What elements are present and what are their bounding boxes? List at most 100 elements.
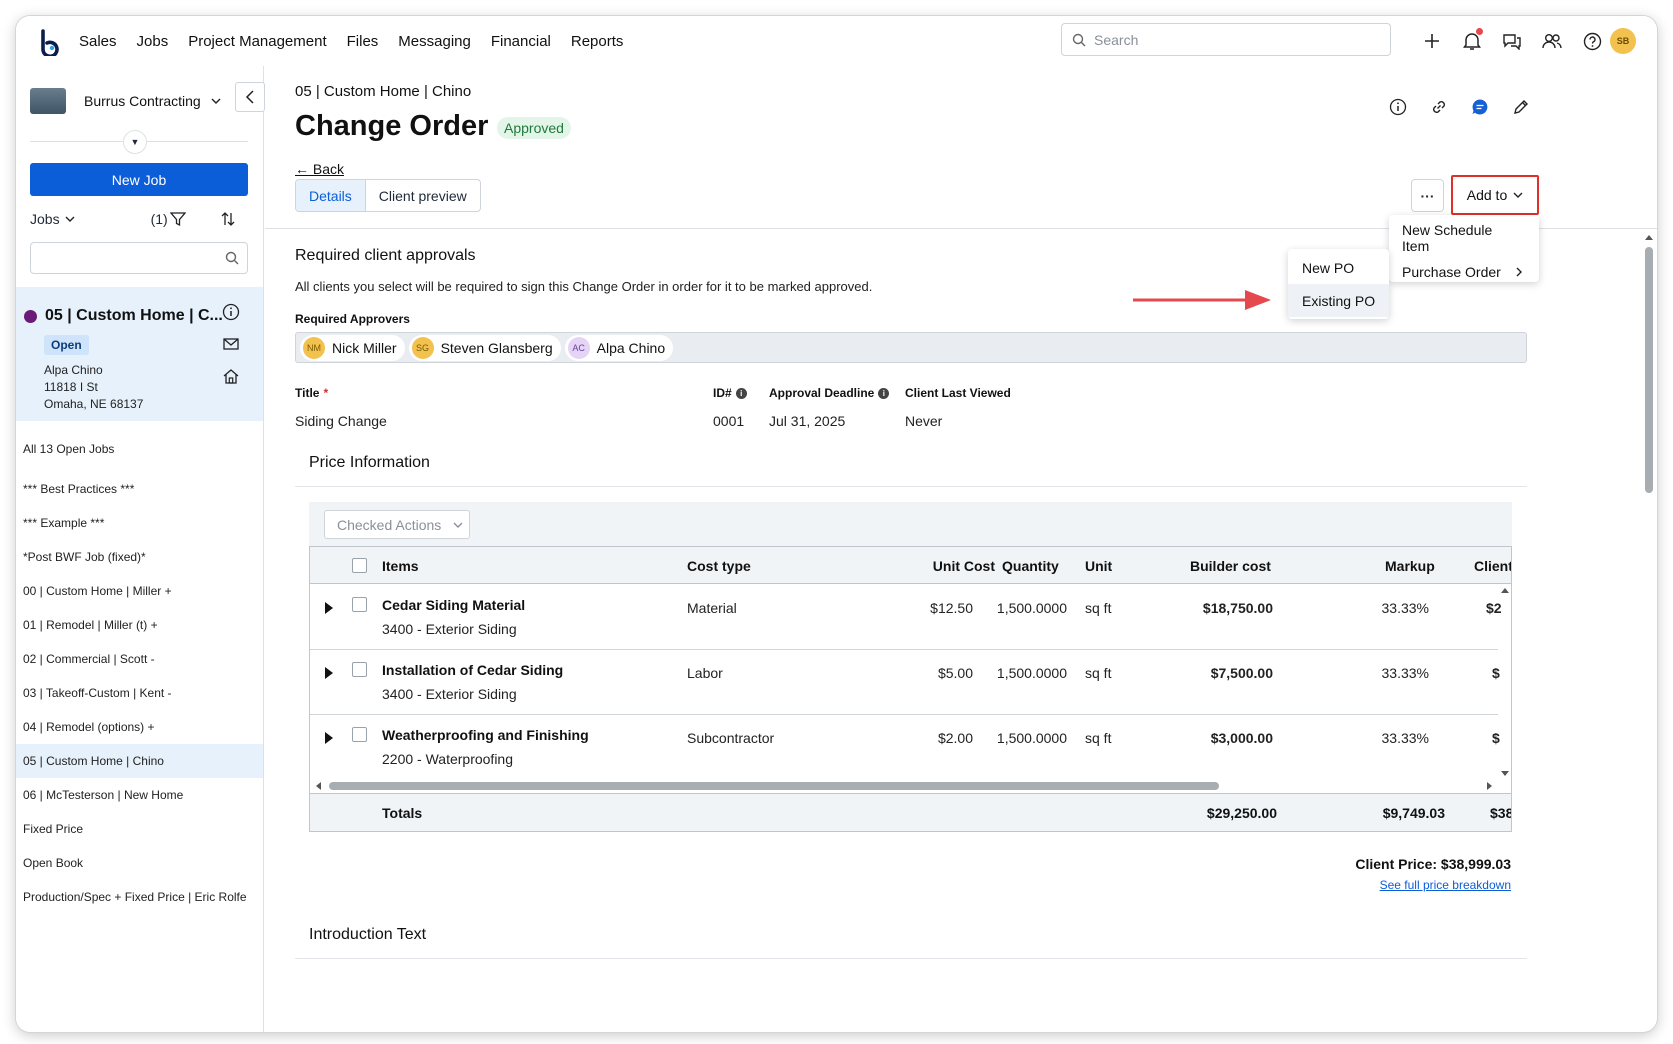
search-input[interactable]	[1094, 31, 1374, 48]
job-list-item[interactable]: Fixed Price	[16, 812, 263, 846]
jobs-dropdown[interactable]: Jobs	[30, 211, 60, 227]
buildertrend-logo-icon[interactable]	[36, 28, 64, 56]
totals-label: Totals	[382, 805, 423, 821]
title-label-text: Title	[295, 386, 320, 400]
nav-financial[interactable]: Financial	[491, 33, 551, 50]
nav-project-management[interactable]: Project Management	[188, 33, 326, 50]
table-row[interactable]: Weatherproofing and Finishing 2200 - Wat…	[310, 715, 1500, 780]
table-row[interactable]: Cedar Siding Material 3400 - Exterior Si…	[310, 585, 1502, 650]
job-list-item[interactable]: 03 | Takeoff-Custom | Kent -	[16, 676, 263, 710]
select-all-checkbox[interactable]	[352, 558, 367, 573]
edit-icon[interactable]	[1510, 96, 1532, 118]
nav-reports[interactable]: Reports	[571, 33, 624, 50]
nav-sales[interactable]: Sales	[79, 33, 117, 50]
row-checkbox[interactable]	[352, 662, 367, 677]
col-quantity[interactable]: Quantity	[1002, 547, 1059, 584]
job-list-item[interactable]: Production/Spec + Fixed Price | Eric Rol…	[16, 880, 263, 914]
job-list-item[interactable]: 00 | Custom Home | Miller +	[16, 574, 263, 608]
menu-item-existing-po[interactable]: Existing PO	[1288, 284, 1389, 317]
approvals-description: All clients you select will be required …	[295, 279, 873, 294]
row-checkbox[interactable]	[352, 597, 367, 612]
job-list-item[interactable]: All 13 Open Jobs	[16, 432, 263, 466]
comments-icon[interactable]	[1469, 96, 1491, 118]
table-row[interactable]: Installation of Cedar Siding 3400 - Exte…	[310, 650, 1500, 715]
info-icon[interactable]: i	[878, 387, 890, 399]
table-vertical-scrollbar[interactable]	[1498, 585, 1511, 779]
scrollbar-thumb[interactable]	[329, 782, 1219, 790]
job-list-item[interactable]: 06 | McTesterson | New Home	[16, 778, 263, 812]
col-client[interactable]: Client	[1474, 547, 1511, 584]
collapse-sidebar-button[interactable]	[235, 82, 265, 112]
approver-chip[interactable]: SG Steven Glansberg	[408, 334, 561, 361]
nav-jobs[interactable]: Jobs	[137, 33, 169, 50]
price-breakdown-link[interactable]: See full price breakdown	[1380, 878, 1511, 892]
col-builder-cost[interactable]: Builder cost	[1190, 547, 1271, 584]
jobs-search-input[interactable]	[30, 242, 248, 274]
table-horizontal-scrollbar[interactable]	[313, 779, 1495, 793]
markup-cell: 33.33%	[1381, 600, 1429, 616]
menu-item-new-po[interactable]: New PO	[1288, 251, 1389, 284]
chat-icon[interactable]	[1499, 28, 1525, 54]
col-unit[interactable]: Unit	[1085, 547, 1112, 584]
job-list-item[interactable]: 04 | Remodel (options) +	[16, 710, 263, 744]
nav-messaging[interactable]: Messaging	[398, 33, 471, 50]
approver-chip[interactable]: NM Nick Miller	[300, 334, 405, 361]
job-list-item[interactable]: Open Book	[16, 846, 263, 880]
info-icon[interactable]: i	[735, 387, 747, 399]
scrollbar-thumb[interactable]	[1645, 247, 1653, 493]
add-to-highlight: Add to	[1451, 175, 1539, 215]
user-avatar[interactable]: SB	[1610, 28, 1636, 54]
link-icon[interactable]	[1428, 96, 1450, 118]
new-job-button[interactable]: New Job	[30, 163, 248, 196]
expand-row-icon[interactable]	[325, 732, 333, 744]
approver-chip[interactable]: AC Alpa Chino	[564, 334, 674, 361]
help-icon[interactable]	[1579, 28, 1605, 54]
menu-item-purchase-order[interactable]: Purchase Order	[1389, 255, 1539, 289]
company-switcher[interactable]: Burrus Contracting	[30, 88, 221, 114]
chevron-down-icon[interactable]	[65, 214, 75, 224]
cost-type-cell: Subcontractor	[687, 730, 775, 746]
notification-dot	[1476, 28, 1483, 35]
job-list-item[interactable]: *Post BWF Job (fixed)*	[16, 540, 263, 574]
jobs-sidebar: Burrus Contracting ▼ New Job Jobs (1) 05…	[16, 66, 264, 1032]
main-nav: Sales Jobs Project Management Files Mess…	[79, 16, 643, 66]
home-icon[interactable]	[222, 367, 240, 385]
menu-item-new-schedule-item[interactable]: New Schedule Item	[1389, 221, 1539, 255]
users-icon[interactable]	[1539, 28, 1565, 54]
job-list-item[interactable]: *** Best Practices ***	[16, 472, 263, 506]
col-items[interactable]: Items	[382, 547, 419, 584]
bell-icon[interactable]	[1459, 28, 1485, 54]
unit-cell: sq ft	[1085, 600, 1112, 616]
active-job-card[interactable]: 05 | Custom Home | C... Open Alpa Chino …	[16, 287, 263, 421]
back-link[interactable]: ← Back	[295, 161, 344, 177]
expand-row-icon[interactable]	[325, 602, 333, 614]
job-list-item[interactable]: 01 | Remodel | Miller (t) +	[16, 608, 263, 642]
builder-cost-cell: $3,000.00	[1210, 730, 1273, 746]
col-cost-type[interactable]: Cost type	[687, 547, 751, 584]
job-list-item-selected[interactable]: 05 | Custom Home | Chino	[16, 744, 263, 778]
filter-icon[interactable]	[169, 211, 186, 227]
mail-icon[interactable]	[222, 335, 240, 353]
global-search[interactable]	[1061, 23, 1391, 56]
more-actions-button[interactable]: ···	[1411, 179, 1444, 212]
col-unit-cost[interactable]: Unit Cost	[905, 547, 995, 584]
row-checkbox[interactable]	[352, 727, 367, 742]
job-list-item[interactable]: *** Example ***	[16, 506, 263, 540]
add-to-button[interactable]: Add to	[1456, 179, 1534, 211]
tab-details[interactable]: Details	[296, 180, 366, 211]
tab-client-preview[interactable]: Client preview	[366, 180, 480, 211]
approvers-field[interactable]: NM Nick Miller SG Steven Glansberg AC Al…	[295, 332, 1527, 363]
filter-count[interactable]: (1)	[151, 211, 168, 227]
col-markup[interactable]: Markup	[1385, 547, 1435, 584]
page-vertical-scrollbar[interactable]	[1641, 230, 1657, 1030]
sort-icon[interactable]	[220, 211, 236, 227]
approvers-label: Required Approvers	[295, 312, 410, 326]
plus-icon[interactable]	[1419, 28, 1445, 54]
info-icon[interactable]	[222, 303, 240, 321]
info-icon[interactable]	[1387, 96, 1409, 118]
expand-row-icon[interactable]	[325, 667, 333, 679]
expand-company-icon[interactable]: ▼	[123, 130, 147, 154]
job-list-item[interactable]: 02 | Commercial | Scott -	[16, 642, 263, 676]
nav-files[interactable]: Files	[347, 33, 379, 50]
checked-actions-dropdown[interactable]: Checked Actions	[324, 510, 470, 539]
